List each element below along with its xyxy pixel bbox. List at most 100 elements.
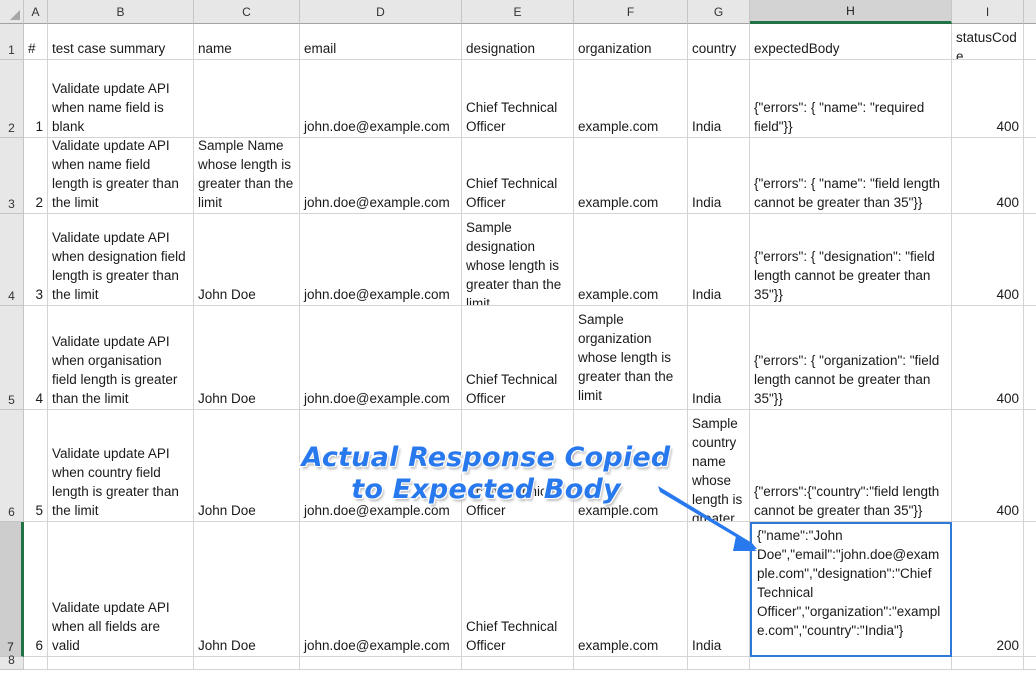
cell-d6[interactable]: john.doe@example.com: [300, 410, 462, 522]
cell-b7[interactable]: Validate update API when all fields are …: [48, 522, 194, 657]
cell-h4[interactable]: {"errors": { "designation": "field lengt…: [750, 214, 952, 306]
row-header-2[interactable]: 2: [0, 60, 24, 138]
cell-b6[interactable]: Validate update API when country field l…: [48, 410, 194, 522]
cell-h3[interactable]: {"errors": { "name": "field length canno…: [750, 138, 952, 214]
cell-h2[interactable]: {"errors": { "name": "required field"}}: [750, 60, 952, 138]
column-header-b[interactable]: B: [48, 0, 194, 24]
cell-f6[interactable]: example.com: [574, 410, 688, 522]
cell-c2[interactable]: [194, 60, 300, 138]
cell-g4[interactable]: India: [688, 214, 750, 306]
cell-a8[interactable]: [24, 657, 48, 670]
cell-e1[interactable]: designation: [462, 24, 574, 60]
column-header-j-partial[interactable]: [1024, 0, 1036, 24]
row-header-5[interactable]: 5: [0, 306, 24, 410]
cell-j5[interactable]: [1024, 306, 1036, 410]
cell-f4[interactable]: example.com: [574, 214, 688, 306]
cell-g3[interactable]: India: [688, 138, 750, 214]
cell-e8[interactable]: [462, 657, 574, 670]
select-all-corner[interactable]: [0, 0, 24, 24]
cell-i8[interactable]: [952, 657, 1024, 670]
cell-f3[interactable]: example.com: [574, 138, 688, 214]
cell-h7-selected[interactable]: {"name":"John Doe","email":"john.doe@exa…: [750, 522, 952, 657]
cell-c4[interactable]: John Doe: [194, 214, 300, 306]
cell-a4[interactable]: 3: [24, 214, 48, 306]
row-header-3[interactable]: 3: [0, 138, 24, 214]
cell-i2[interactable]: 400: [952, 60, 1024, 138]
cell-i4[interactable]: 400: [952, 214, 1024, 306]
column-header-h[interactable]: H: [750, 0, 952, 24]
cell-e6[interactable]: Chief Technical Officer: [462, 410, 574, 522]
cell-a3[interactable]: 2: [24, 138, 48, 214]
cell-d7[interactable]: john.doe@example.com: [300, 522, 462, 657]
cell-j1[interactable]: [1024, 24, 1036, 60]
cell-f7[interactable]: example.com: [574, 522, 688, 657]
cell-c8[interactable]: [194, 657, 300, 670]
cell-f8[interactable]: [574, 657, 688, 670]
cell-g8[interactable]: [688, 657, 750, 670]
cell-b3[interactable]: Validate update API when name field leng…: [48, 138, 194, 214]
cell-b8[interactable]: [48, 657, 194, 670]
cell-a1[interactable]: #: [24, 24, 48, 60]
cell-h6[interactable]: {"errors":{"country":"field length canno…: [750, 410, 952, 522]
row-header-7[interactable]: 7: [0, 522, 24, 657]
cell-f2[interactable]: example.com: [574, 60, 688, 138]
spreadsheet-grid: A B C D E F G H I 1 # test case summary …: [0, 0, 1036, 689]
cell-d5[interactable]: john.doe@example.com: [300, 306, 462, 410]
cell-i5[interactable]: 400: [952, 306, 1024, 410]
cell-i6[interactable]: 400: [952, 410, 1024, 522]
cell-j2[interactable]: [1024, 60, 1036, 138]
cell-d1[interactable]: email: [300, 24, 462, 60]
cell-f1[interactable]: organization: [574, 24, 688, 60]
column-header-e[interactable]: E: [462, 0, 574, 24]
cell-f5[interactable]: Sample organization whose length is grea…: [574, 306, 688, 410]
cell-a5[interactable]: 4: [24, 306, 48, 410]
cell-i1[interactable]: statusCode: [952, 24, 1024, 60]
column-header-c[interactable]: C: [194, 0, 300, 24]
cell-d8[interactable]: [300, 657, 462, 670]
cell-c5[interactable]: John Doe: [194, 306, 300, 410]
cell-g6[interactable]: Sample country name whose length is grea…: [688, 410, 750, 522]
cell-e4[interactable]: Sample designation whose length is great…: [462, 214, 574, 306]
row-header-1[interactable]: 1: [0, 24, 24, 60]
cell-e5[interactable]: Chief Technical Officer: [462, 306, 574, 410]
cell-g5[interactable]: India: [688, 306, 750, 410]
cell-g2[interactable]: India: [688, 60, 750, 138]
row-header-4[interactable]: 4: [0, 214, 24, 306]
cell-c3[interactable]: Sample Name whose length is greater than…: [194, 138, 300, 214]
column-header-f[interactable]: F: [574, 0, 688, 24]
cell-j7[interactable]: [1024, 522, 1036, 657]
column-header-a[interactable]: A: [24, 0, 48, 24]
cell-b1[interactable]: test case summary: [48, 24, 194, 60]
cell-i7[interactable]: 200: [952, 522, 1024, 657]
cell-j4[interactable]: [1024, 214, 1036, 306]
cell-a2[interactable]: 1: [24, 60, 48, 138]
cell-g1[interactable]: country: [688, 24, 750, 60]
cell-d2[interactable]: john.doe@example.com: [300, 60, 462, 138]
column-header-g[interactable]: G: [688, 0, 750, 24]
cell-b4[interactable]: Validate update API when designation fie…: [48, 214, 194, 306]
cell-j8[interactable]: [1024, 657, 1036, 670]
cell-d3[interactable]: john.doe@example.com: [300, 138, 462, 214]
cell-c6[interactable]: John Doe: [194, 410, 300, 522]
cell-b2[interactable]: Validate update API when name field is b…: [48, 60, 194, 138]
cell-e3[interactable]: Chief Technical Officer: [462, 138, 574, 214]
cell-b5[interactable]: Validate update API when organisation fi…: [48, 306, 194, 410]
cell-j6[interactable]: [1024, 410, 1036, 522]
cell-c7[interactable]: John Doe: [194, 522, 300, 657]
column-header-d[interactable]: D: [300, 0, 462, 24]
cell-g7[interactable]: India: [688, 522, 750, 657]
cell-c1[interactable]: name: [194, 24, 300, 60]
cell-a7[interactable]: 6: [24, 522, 48, 657]
cell-e7[interactable]: Chief Technical Officer: [462, 522, 574, 657]
cell-e2[interactable]: Chief Technical Officer: [462, 60, 574, 138]
column-header-i[interactable]: I: [952, 0, 1024, 24]
row-header-8[interactable]: 8: [0, 653, 24, 670]
cell-i3[interactable]: 400: [952, 138, 1024, 214]
cell-h1[interactable]: expectedBody: [750, 24, 952, 60]
row-header-6[interactable]: 6: [0, 410, 24, 522]
cell-h5[interactable]: {"errors": { "organization": "field leng…: [750, 306, 952, 410]
cell-j3[interactable]: [1024, 138, 1036, 214]
cell-d4[interactable]: john.doe@example.com: [300, 214, 462, 306]
cell-h8[interactable]: [750, 657, 952, 670]
cell-a6[interactable]: 5: [24, 410, 48, 522]
